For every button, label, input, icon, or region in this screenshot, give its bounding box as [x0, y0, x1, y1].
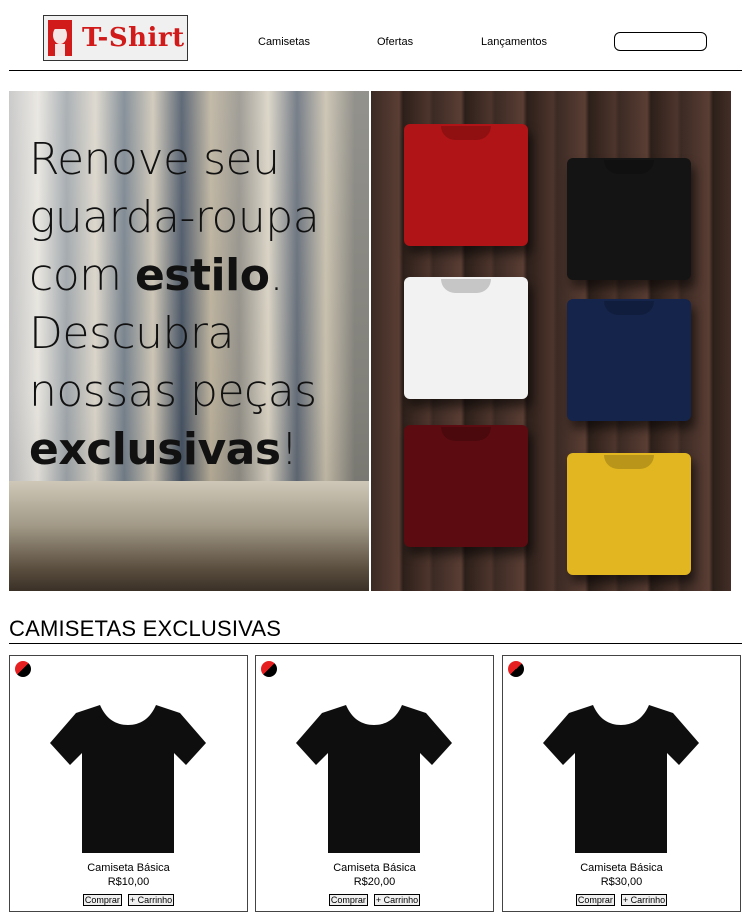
section-divider [9, 643, 742, 644]
add-to-cart-button[interactable]: + Carrinho [127, 894, 175, 906]
hero-line: Descubra [29, 308, 234, 359]
product-price: R$10,00 [107, 876, 150, 888]
product-name: Camiseta Básica [580, 862, 663, 874]
buy-button[interactable]: Comprar [328, 894, 368, 906]
search-input[interactable] [614, 32, 707, 51]
hero-text-fragment: . [269, 250, 283, 301]
tshirt-icon [543, 705, 699, 853]
header-divider [9, 70, 742, 71]
tshirt-icon [50, 705, 206, 853]
hero-table-image [9, 481, 369, 591]
nav-lancamentos[interactable]: Lançamentos [481, 36, 547, 48]
product-card: Camiseta Básica R$20,00 Comprar + Carrinh… [255, 655, 494, 912]
hero-text-fragment: ! [280, 424, 299, 475]
nav-camisetas[interactable]: Camisetas [258, 36, 310, 48]
hero-line: com estilo. [29, 247, 369, 305]
hero-text-fragment: com [29, 250, 135, 301]
folded-shirt-red [404, 124, 528, 246]
logo-face-icon [48, 20, 72, 56]
buy-button[interactable]: Comprar [575, 894, 615, 906]
hero-emphasis: estilo [134, 250, 270, 301]
badge-icon [261, 661, 277, 677]
product-price: R$20,00 [353, 876, 396, 888]
product-name: Camiseta Básica [87, 862, 170, 874]
folded-shirt-yellow [567, 453, 691, 575]
hero-line: guarda-roupa [29, 192, 320, 243]
folded-shirt-maroon [404, 425, 528, 547]
product-card: Camiseta Básica R$10,00 Comprar + Carrinh… [9, 655, 248, 912]
section-title: CAMISETAS EXCLUSIVAS [9, 616, 282, 641]
product-price: R$30,00 [600, 876, 643, 888]
product-name: Camiseta Básica [333, 862, 416, 874]
badge-icon [508, 661, 524, 677]
folded-shirt-navy [567, 299, 691, 421]
add-to-cart-button[interactable]: + Carrinho [373, 894, 421, 906]
hero-line: exclusivas! [29, 421, 369, 479]
hero-line: nossas peças [29, 366, 317, 417]
hero-emphasis: exclusivas [29, 424, 281, 475]
product-card: Camiseta Básica R$30,00 Comprar + Carrinh… [502, 655, 741, 912]
add-to-cart-button[interactable]: + Carrinho [620, 894, 668, 906]
folded-shirt-black [567, 158, 691, 280]
hero-banner: Renove seu guarda-roupa com estilo. Desc… [9, 91, 369, 591]
buy-button[interactable]: Comprar [82, 894, 122, 906]
tshirt-icon [296, 705, 452, 853]
badge-icon [15, 661, 31, 677]
hero-headline: Renove seu guarda-roupa com estilo. Desc… [29, 131, 369, 479]
folded-shirt-white [404, 277, 528, 399]
logo-text: T-Shirt [82, 23, 185, 53]
brand-logo[interactable]: T-Shirt [43, 15, 188, 61]
hero-line: Renove seu [29, 134, 280, 185]
hero-shirts-image [371, 91, 731, 591]
nav-ofertas[interactable]: Ofertas [377, 36, 413, 48]
